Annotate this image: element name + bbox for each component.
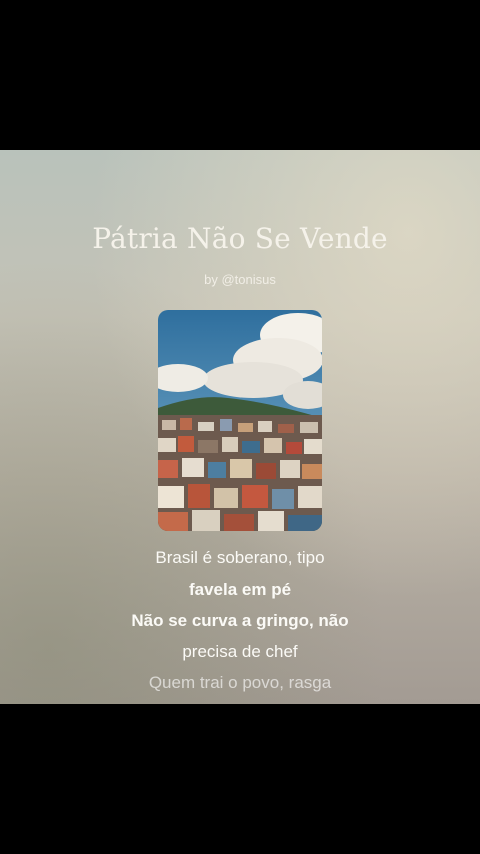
song-title: Pátria Não Se Vende [92,222,388,255]
song-card: Pátria Não Se Vende by @tonisus Brasil é… [0,150,480,704]
lyric-line-faded: Quem trai o povo, rasga [148,673,332,692]
cover-art-image[interactable] [158,310,322,531]
lyric-line-active: favela em pé [188,580,292,599]
lyric-line-active: Não se curva a gringo, não [131,611,349,630]
lyric-line: precisa de chef [182,642,298,661]
song-author[interactable]: by @tonisus [0,272,480,287]
favela-cover-art [158,310,322,531]
lyric-line: Brasil é soberano, tipo [155,548,325,567]
